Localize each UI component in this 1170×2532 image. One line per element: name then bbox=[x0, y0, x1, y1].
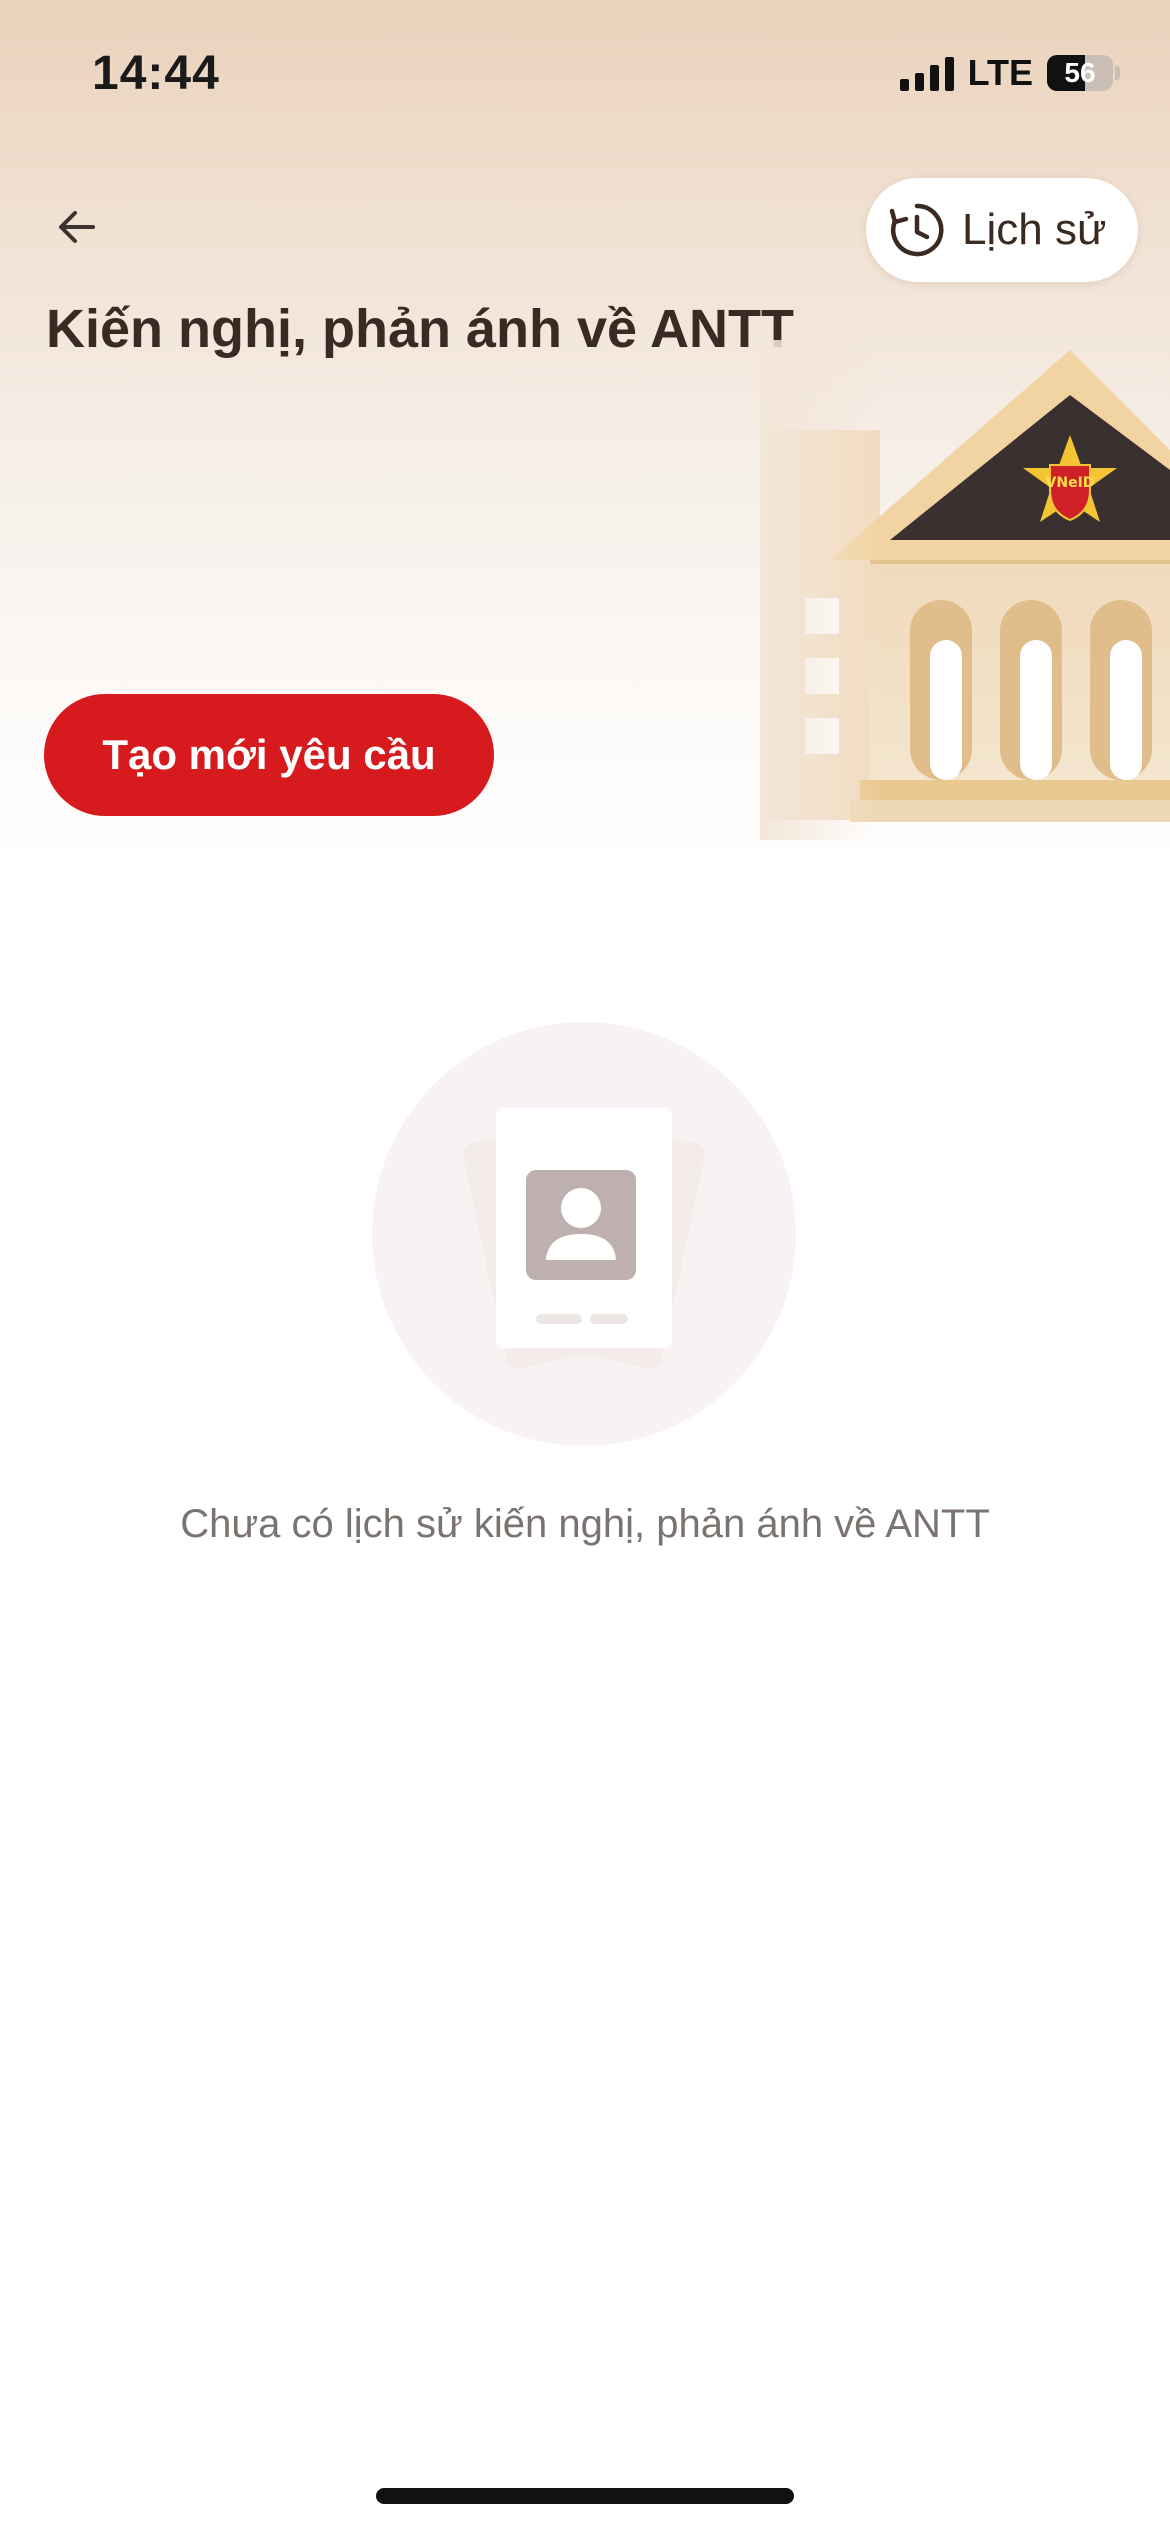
status-time: 14:44 bbox=[92, 47, 220, 100]
clock-history-icon bbox=[889, 203, 944, 257]
government-building-illustration: VNeID bbox=[760, 340, 1170, 840]
battery-level: 56 bbox=[1064, 57, 1096, 88]
status-indicators: LTE 56 bbox=[899, 52, 1120, 94]
create-request-button[interactable]: Tạo mới yêu cầu bbox=[44, 694, 494, 816]
history-label: Lịch sử bbox=[962, 205, 1107, 254]
id-card-icon bbox=[372, 1022, 796, 1446]
page-title: Kiến nghị, phản ánh về ANTT bbox=[46, 299, 795, 359]
back-button[interactable] bbox=[46, 196, 108, 258]
history-button[interactable]: Lịch sử bbox=[866, 178, 1138, 282]
empty-state-message: Chưa có lịch sử kiến nghị, phản ánh về A… bbox=[180, 1502, 990, 1546]
signal-icon bbox=[899, 55, 954, 91]
battery-icon: 56 bbox=[1047, 55, 1113, 91]
emblem-text: VNeID bbox=[1046, 475, 1095, 491]
network-type: LTE bbox=[967, 52, 1033, 93]
arrow-left-icon bbox=[59, 211, 95, 243]
home-indicator[interactable] bbox=[376, 2488, 794, 2504]
